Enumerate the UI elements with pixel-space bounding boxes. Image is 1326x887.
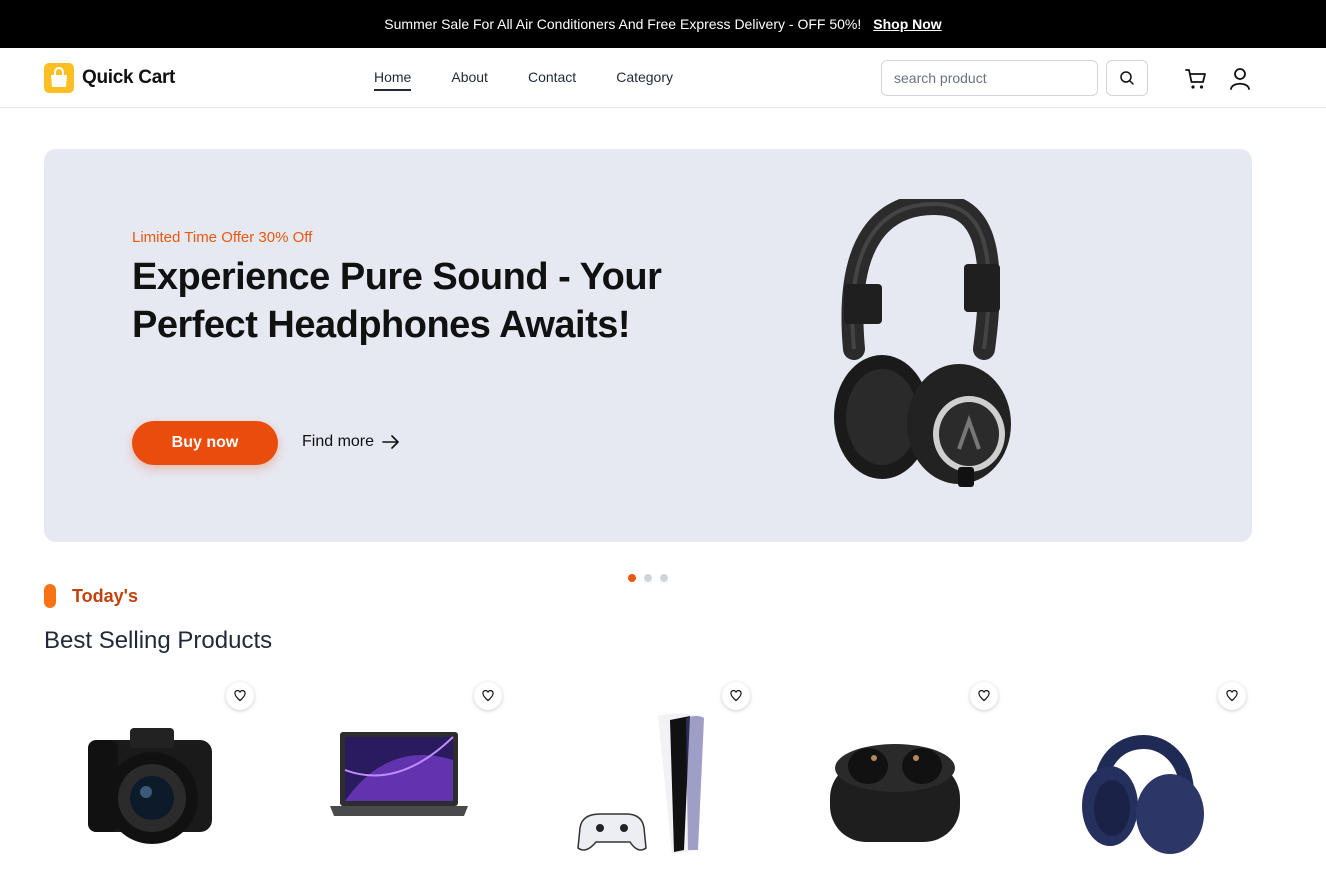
product-card[interactable] <box>288 680 502 887</box>
wishlist-button[interactable] <box>1218 682 1246 710</box>
product-card[interactable] <box>536 680 750 887</box>
header: Quick Cart Home About Contact Category <box>0 48 1326 108</box>
buy-now-button[interactable]: Buy now <box>132 421 278 465</box>
section-marker <box>44 584 56 608</box>
headphones-image <box>834 199 1011 487</box>
heart-icon <box>730 690 742 702</box>
product-card[interactable] <box>1032 680 1246 887</box>
nav-about[interactable]: About <box>451 69 488 91</box>
carousel-dot[interactable] <box>644 574 652 582</box>
game-console-image <box>577 713 704 854</box>
camera-image <box>88 728 212 844</box>
search-input[interactable] <box>881 60 1098 96</box>
wishlist-button[interactable] <box>722 682 750 710</box>
nav-home[interactable]: Home <box>374 69 412 91</box>
hero-banner: Limited Time Offer 30% Off Experience Pu… <box>44 149 1252 542</box>
carousel-dot[interactable] <box>628 574 636 582</box>
earbuds-image <box>830 744 960 842</box>
hero-title: Experience Pure Sound - Your Perfect Hea… <box>132 256 662 346</box>
shopping-bag-icon <box>44 63 74 93</box>
wishlist-button[interactable] <box>474 682 502 710</box>
wishlist-button[interactable] <box>970 682 998 710</box>
account-button[interactable] <box>1228 66 1252 92</box>
promo-text: Summer Sale For All Air Conditioners And… <box>384 16 862 32</box>
search-icon <box>1120 71 1134 85</box>
heart-icon <box>1226 690 1238 702</box>
user-icon <box>1230 68 1250 90</box>
cart-icon <box>1185 69 1206 89</box>
heart-icon <box>482 690 494 702</box>
laptop-image <box>330 732 468 816</box>
carousel-dots <box>628 574 668 582</box>
hero-offer: Limited Time Offer 30% Off <box>132 229 313 246</box>
logo[interactable]: Quick Cart <box>44 63 175 93</box>
nav-contact[interactable]: Contact <box>528 69 576 91</box>
promo-bar: Summer Sale For All Air Conditioners And… <box>0 0 1326 48</box>
find-more-link[interactable]: Find more <box>302 433 400 451</box>
arrow-right-icon <box>382 435 399 449</box>
carousel-dot[interactable] <box>660 574 668 582</box>
heart-icon <box>978 690 990 702</box>
product-card[interactable] <box>784 680 998 887</box>
find-more-label: Find more <box>302 433 375 450</box>
wishlist-button[interactable] <box>226 682 254 710</box>
main-nav: Home About Contact Category <box>374 69 673 91</box>
search-button[interactable] <box>1106 60 1148 96</box>
brand-name: Quick Cart <box>82 67 176 88</box>
nav-category[interactable]: Category <box>616 69 673 91</box>
headphones-image <box>1082 735 1204 854</box>
section-title: Best Selling Products <box>44 627 273 654</box>
section-label: Today's <box>72 586 138 606</box>
shop-now-link[interactable]: Shop Now <box>873 16 941 32</box>
cart-button[interactable] <box>1183 66 1209 92</box>
heart-icon <box>234 690 246 702</box>
product-card[interactable] <box>40 680 254 887</box>
